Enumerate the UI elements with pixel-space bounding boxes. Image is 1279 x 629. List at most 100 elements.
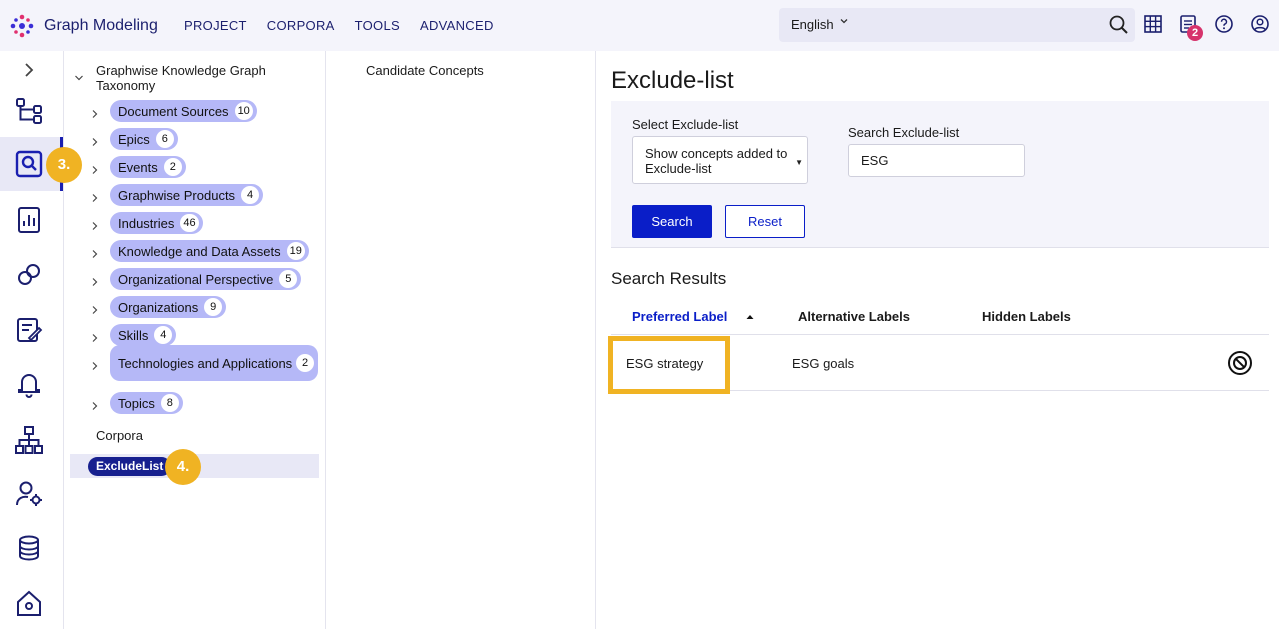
column-preferred-label[interactable]: Preferred Label <box>632 309 727 324</box>
tree-item[interactable]: Knowledge and Data Assets 19 <box>90 239 309 263</box>
chevron-right-icon[interactable] <box>90 246 100 258</box>
tree-item-label: Graphwise Products <box>118 187 236 203</box>
tree-item-chip[interactable]: Technologies and Applications 2 <box>110 345 318 381</box>
edit-document-icon[interactable] <box>12 313 46 347</box>
step-marker-4: 4. <box>165 449 201 485</box>
nav-advanced[interactable]: ADVANCED <box>420 18 494 33</box>
tree-item[interactable]: Events 2 <box>90 155 186 179</box>
hierarchy-icon[interactable] <box>12 93 46 127</box>
tree-item[interactable]: Document Sources 10 <box>90 99 257 123</box>
chevron-right-icon[interactable] <box>90 302 100 314</box>
tree-item-count: 10 <box>234 102 253 120</box>
tree-item[interactable]: Epics 6 <box>90 127 178 151</box>
tree-item-count: 46 <box>180 214 199 232</box>
cell-preferred-label[interactable]: ESG strategy <box>626 356 703 371</box>
page-title: Exclude-list <box>611 67 734 94</box>
tree-item-chip[interactable]: Industries 46 <box>110 212 203 234</box>
remove-from-exclude-list-icon[interactable] <box>1227 350 1253 376</box>
tree-item[interactable]: Topics 8 <box>90 391 183 415</box>
top-nav: PROJECT CORPORA TOOLS ADVANCED <box>184 18 494 33</box>
user-account-icon[interactable] <box>1250 14 1272 36</box>
exclude-list-select[interactable]: Show concepts added to Exclude-list ▼ <box>632 136 808 184</box>
cell-alternative-labels: ESG goals <box>792 356 855 371</box>
grid-icon[interactable] <box>1143 14 1165 36</box>
tree-item-chip[interactable]: Skills 4 <box>110 324 177 346</box>
help-icon[interactable] <box>1214 14 1236 36</box>
expand-chevron-icon[interactable] <box>18 59 40 81</box>
filter-panel: Select Exclude-list Show concepts added … <box>611 101 1269 248</box>
select-exclude-list-label: Select Exclude-list <box>632 117 739 132</box>
main-content: Exclude-list Select Exclude-list Show co… <box>596 51 1279 629</box>
tree-item[interactable]: Technologies and Applications 2 <box>90 345 318 381</box>
tree-item-count: 9 <box>204 298 223 316</box>
search-icon[interactable] <box>1108 14 1130 36</box>
tree-item-chip[interactable]: Topics 8 <box>110 392 183 414</box>
exclude-list-chip[interactable]: ExcludeList <box>88 457 172 476</box>
tree-item-count: 8 <box>160 394 179 412</box>
link-icon[interactable] <box>12 258 46 292</box>
tree-item-chip[interactable]: Knowledge and Data Assets 19 <box>110 240 309 262</box>
org-chart-icon[interactable] <box>12 423 46 457</box>
tree-item-count: 2 <box>163 158 182 176</box>
tree-item-label: Topics <box>118 395 155 411</box>
tree-item[interactable]: Skills 4 <box>90 323 177 347</box>
taxonomy-tree-panel: Graphwise Knowledge Graph Taxonomy Docum… <box>64 51 326 629</box>
sort-asc-icon[interactable] <box>745 310 755 325</box>
tree-item[interactable]: Organizations 9 <box>90 295 227 319</box>
app-name: Graph Modeling <box>44 17 158 34</box>
logo-icon <box>8 12 36 40</box>
column-hidden-labels[interactable]: Hidden Labels <box>982 309 1071 324</box>
tree-item-label: Industries <box>118 215 175 231</box>
chevron-down-icon <box>839 16 849 29</box>
bell-icon[interactable] <box>12 367 46 401</box>
chevron-right-icon[interactable] <box>90 274 100 286</box>
tree-item-label: Technologies and Applications <box>118 355 293 371</box>
column-alternative-labels[interactable]: Alternative Labels <box>798 309 910 324</box>
concept-search-icon[interactable] <box>12 147 46 181</box>
search-button[interactable]: Search <box>632 205 712 238</box>
search-exclude-list-input[interactable]: ESG <box>848 144 1025 177</box>
home-settings-icon[interactable] <box>12 586 46 620</box>
chevron-right-icon[interactable] <box>90 398 100 410</box>
reset-button[interactable]: Reset <box>725 205 805 238</box>
nav-project[interactable]: PROJECT <box>184 18 247 33</box>
tree-item-count: 2 <box>296 354 314 372</box>
chevron-right-icon[interactable] <box>90 162 100 174</box>
tree-item-chip[interactable]: Organizations 9 <box>110 296 227 318</box>
chevron-right-icon[interactable] <box>90 330 100 342</box>
nav-tools[interactable]: TOOLS <box>355 18 400 33</box>
tree-item-chip[interactable]: Document Sources 10 <box>110 100 257 122</box>
tree-item-label: Knowledge and Data Assets <box>118 243 281 259</box>
tree-item[interactable]: Industries 46 <box>90 211 203 235</box>
tree-item-label: Document Sources <box>118 103 229 119</box>
tree-item-count: 19 <box>286 242 305 260</box>
search-results-title: Search Results <box>611 269 727 288</box>
chevron-down-icon[interactable] <box>74 70 84 81</box>
tree-item-chip[interactable]: Events 2 <box>110 156 186 178</box>
tree-root-label[interactable]: Graphwise Knowledge Graph Taxonomy <box>96 63 296 93</box>
chevron-right-icon[interactable] <box>90 358 100 370</box>
database-icon[interactable] <box>12 531 46 565</box>
tree-item-label: Organizational Perspective <box>118 271 274 287</box>
tree-item-chip[interactable]: Epics 6 <box>110 128 178 150</box>
tree-item-label: Skills <box>118 327 149 343</box>
chevron-right-icon[interactable] <box>90 106 100 118</box>
tree-item-count: 4 <box>154 326 173 344</box>
nav-corpora[interactable]: CORPORA <box>267 18 335 33</box>
language-label: English <box>791 17 834 32</box>
app-logo[interactable]: Graph Modeling <box>8 12 158 40</box>
exclude-list-select-value: Show concepts added to Exclude-list <box>645 146 788 176</box>
chevron-right-icon[interactable] <box>90 134 100 146</box>
chevron-right-icon[interactable] <box>90 218 100 230</box>
chevron-right-icon[interactable] <box>90 190 100 202</box>
tree-item-chip[interactable]: Graphwise Products 4 <box>110 184 264 206</box>
user-settings-icon[interactable] <box>12 477 46 511</box>
analytics-icon[interactable] <box>12 203 46 237</box>
tree-item[interactable]: Organizational Perspective 5 <box>90 267 302 291</box>
tree-item[interactable]: Graphwise Products 4 <box>90 183 264 207</box>
tree-item-chip[interactable]: Organizational Perspective 5 <box>110 268 302 290</box>
table-row[interactable]: ESG strategy ESG goals <box>608 336 1269 394</box>
language-selector[interactable]: English <box>779 8 1135 42</box>
tree-item-label: Events <box>118 159 158 175</box>
tree-item-label: Epics <box>118 131 150 147</box>
